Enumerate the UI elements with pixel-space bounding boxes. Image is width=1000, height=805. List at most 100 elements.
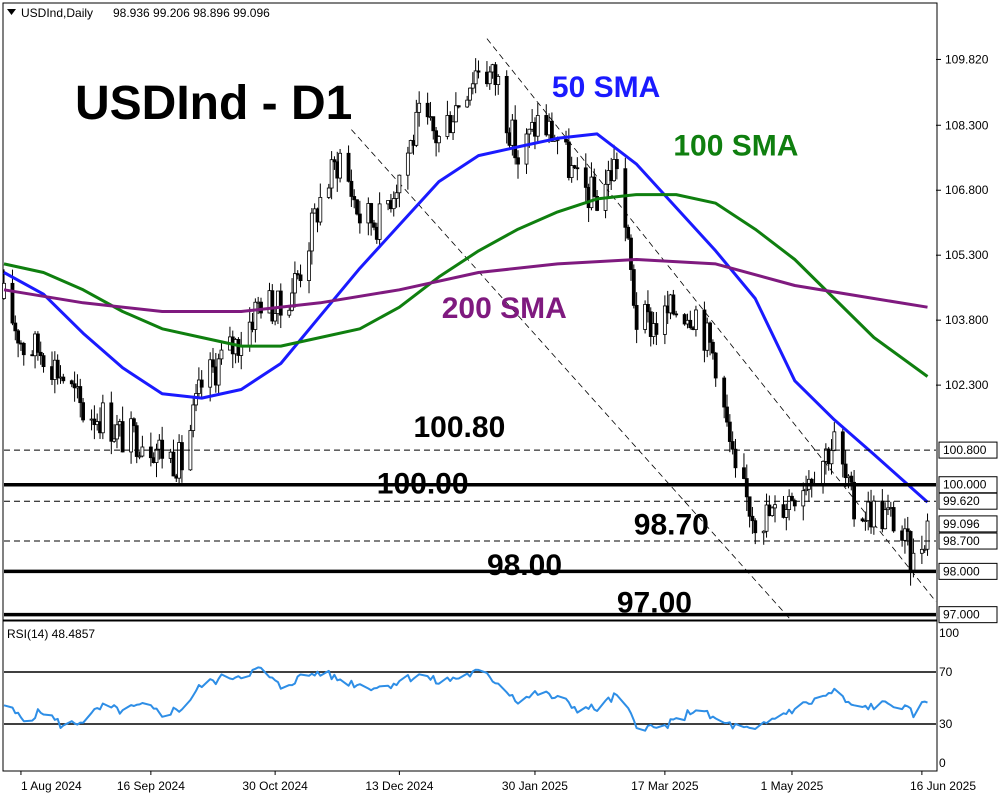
candle-body bbox=[453, 105, 458, 123]
candle-body bbox=[148, 446, 153, 459]
level-price-label: 99.096 bbox=[943, 517, 980, 531]
date-tick-label: 1 May 2025 bbox=[761, 779, 824, 793]
date-tick-label: 30 Jan 2025 bbox=[502, 779, 568, 793]
candle-body bbox=[629, 237, 633, 270]
candle-body bbox=[583, 167, 588, 188]
candle-body bbox=[377, 203, 382, 240]
candle-body bbox=[671, 294, 676, 315]
candle-body bbox=[626, 226, 631, 239]
level-price-label: 98.700 bbox=[943, 534, 980, 548]
candle-body bbox=[849, 475, 854, 483]
candle-body bbox=[357, 213, 362, 224]
chart-title: USDInd - D1 bbox=[75, 77, 352, 130]
rsi-tick-label: 30 bbox=[939, 717, 953, 731]
candle-body bbox=[394, 192, 399, 199]
candle-body bbox=[115, 424, 119, 440]
candle-body bbox=[307, 250, 311, 281]
candle-body bbox=[69, 380, 74, 385]
annotation-label: 200 SMA bbox=[442, 292, 567, 325]
level-price-label: 98.000 bbox=[943, 564, 980, 578]
candle-body bbox=[154, 448, 159, 463]
candle-body bbox=[35, 333, 40, 353]
candle-body bbox=[524, 133, 529, 165]
candle-body bbox=[160, 439, 165, 459]
candle-body bbox=[634, 305, 639, 330]
candle-body bbox=[504, 75, 509, 134]
candle-body bbox=[487, 71, 492, 85]
candle-body bbox=[41, 355, 46, 368]
candle-body bbox=[132, 418, 136, 427]
chart-canvas[interactable]: 100.80 0 100.000 99.620 99.096 98.700 98.000 97… bbox=[0, 0, 1000, 800]
candle-body bbox=[790, 495, 794, 501]
candle-body bbox=[801, 490, 806, 507]
candle-body bbox=[21, 343, 26, 356]
candle-body bbox=[513, 119, 518, 159]
candle-body bbox=[722, 377, 727, 408]
candle-body bbox=[61, 376, 66, 382]
candle-body bbox=[871, 500, 876, 528]
candle-body bbox=[372, 222, 376, 228]
price-tick-label: 102.300 bbox=[945, 378, 989, 392]
annotation-label: 100.00 bbox=[377, 467, 469, 500]
level-price-label: 99.620 bbox=[943, 494, 980, 508]
date-tick-label: 1 Aug 2024 bbox=[21, 779, 82, 793]
candle-body bbox=[465, 99, 470, 108]
candle-body bbox=[911, 552, 916, 572]
candle-body bbox=[171, 451, 176, 477]
candle-body bbox=[646, 304, 650, 313]
candle-body bbox=[287, 309, 292, 316]
candle-body bbox=[753, 520, 758, 534]
price-tick-label: 103.800 bbox=[945, 313, 989, 327]
candle-body bbox=[750, 515, 755, 522]
candle-body bbox=[140, 446, 145, 457]
candle-body bbox=[437, 136, 441, 144]
candle-body bbox=[78, 386, 83, 404]
candle-body bbox=[852, 481, 856, 520]
candle-body bbox=[391, 198, 396, 210]
candle-body bbox=[496, 75, 501, 85]
candle-body bbox=[730, 441, 735, 450]
annotation-label: 100 SMA bbox=[673, 130, 798, 163]
candle-body bbox=[81, 402, 85, 421]
candle-body bbox=[309, 212, 314, 252]
candle-body bbox=[516, 157, 520, 165]
date-tick-label: 17 Mar 2025 bbox=[631, 779, 699, 793]
annotation-label: 97.00 bbox=[617, 587, 692, 620]
candle-body bbox=[346, 152, 351, 182]
date-tick-label: 16 Jun 2025 bbox=[910, 779, 976, 793]
date-tick-label: 30 Oct 2024 bbox=[242, 779, 308, 793]
candle-body bbox=[623, 168, 628, 228]
header-symbol: USDInd,Daily bbox=[21, 6, 93, 20]
candle-body bbox=[654, 323, 659, 335]
annotation-label: 50 SMA bbox=[552, 71, 660, 104]
rsi-tick-label: 0 bbox=[939, 756, 946, 770]
candle-body bbox=[476, 70, 481, 73]
candle-body bbox=[744, 478, 749, 498]
candle-body bbox=[631, 269, 636, 306]
candle-body bbox=[468, 87, 472, 101]
candle-body bbox=[100, 402, 105, 434]
candle-body bbox=[120, 421, 125, 453]
candle-body bbox=[278, 290, 283, 316]
candle-body bbox=[674, 313, 679, 316]
level-price-label: 97.000 bbox=[943, 608, 980, 622]
candle-body bbox=[829, 450, 834, 465]
annotation-label: 100.80 bbox=[414, 411, 506, 444]
candle-body bbox=[10, 282, 15, 324]
candle-body bbox=[773, 504, 777, 509]
candle-body bbox=[688, 319, 693, 329]
candle-body bbox=[405, 152, 410, 176]
candle-body bbox=[843, 463, 848, 479]
candle-body bbox=[13, 322, 18, 332]
rsi-tick-label: 70 bbox=[939, 665, 953, 679]
level-price-label: 100.000 bbox=[943, 478, 987, 492]
candle-body bbox=[352, 196, 357, 201]
candle-body bbox=[355, 199, 359, 215]
candle-body bbox=[16, 330, 21, 344]
candle-body bbox=[425, 102, 430, 118]
candle-body bbox=[414, 111, 419, 146]
candle-body bbox=[710, 341, 715, 354]
header-ohlc: 98.936 99.206 98.896 99.096 bbox=[113, 6, 270, 20]
annotation-label: 98.70 bbox=[634, 509, 709, 542]
candle-body bbox=[473, 70, 478, 85]
